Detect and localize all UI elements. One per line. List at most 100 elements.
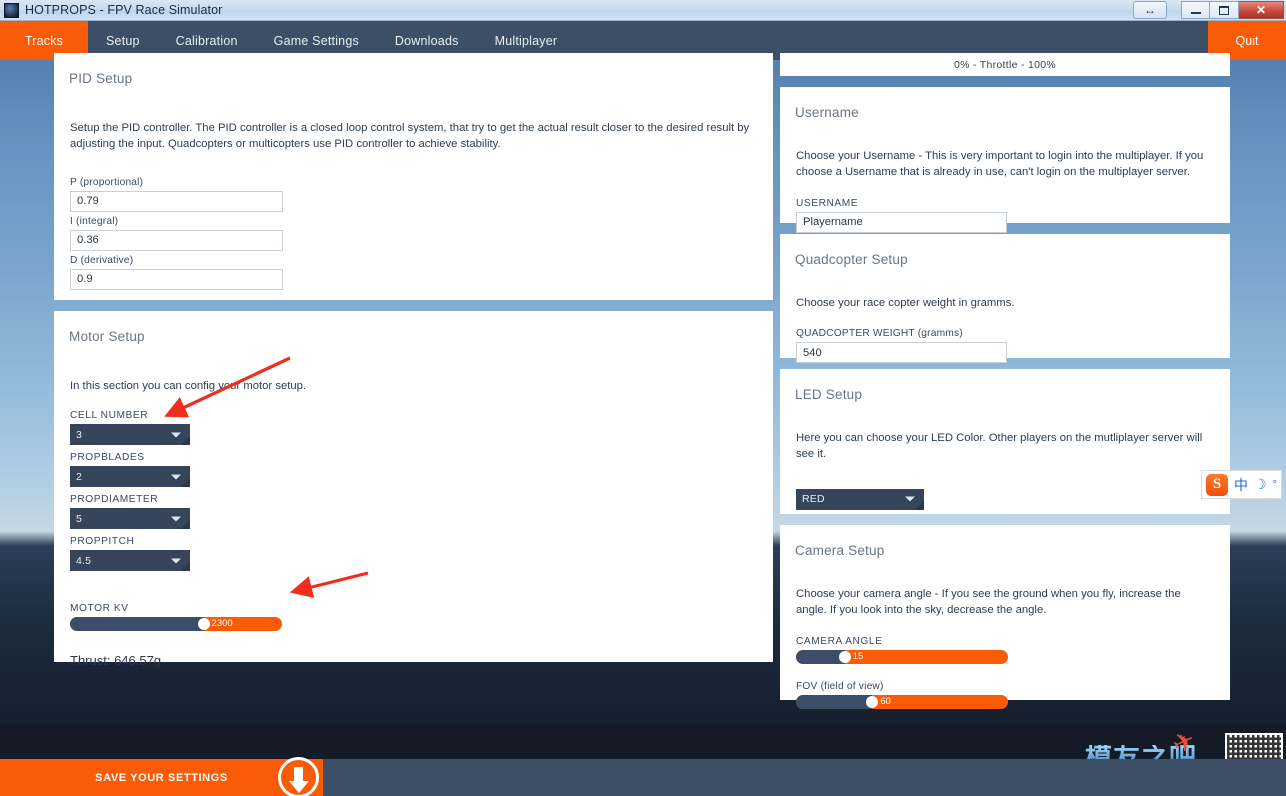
select-proppitch[interactable]: 4.5 <box>70 550 190 572</box>
select-corner-notch <box>181 562 190 572</box>
slider-camera-angle-value: 15 <box>852 650 864 662</box>
field-fov: FOV (field of view) 60 <box>790 681 1220 709</box>
field-d-derivative: D (derivative) 0.9 <box>64 255 763 290</box>
input-d-derivative[interactable]: 0.9 <box>70 268 283 290</box>
application-window: HOTPROPS - FPV Race Simulator ↔ ✕ Tracks… <box>0 0 1286 796</box>
select-corner-notch <box>181 436 190 446</box>
motor-setup-title: Motor Setup <box>69 329 145 344</box>
slider-motor-kv-knob[interactable] <box>197 618 210 631</box>
slider-camera-angle[interactable]: 15 <box>796 649 1008 664</box>
label-i-integral: I (integral) <box>70 215 119 227</box>
panel-pid-setup: PID Setup Setup the PID controller. The … <box>54 53 773 300</box>
field-username: USERNAME Playername <box>790 198 1220 233</box>
window-controls: ↔ ✕ <box>1133 1 1284 19</box>
camera-setup-title: Camera Setup <box>795 543 885 558</box>
select-propdiameter[interactable]: 5 <box>70 508 190 530</box>
resize-arrow-icon[interactable]: ↔ <box>1133 1 1167 19</box>
moon-icon[interactable]: ☽ <box>1254 476 1267 493</box>
slider-fov[interactable]: 60 <box>796 694 1008 709</box>
panel-led-setup: LED Setup Here you can choose your LED C… <box>780 369 1230 514</box>
input-i-integral[interactable]: 0.36 <box>70 229 283 251</box>
select-corner-notch <box>915 500 924 510</box>
select-corner-notch <box>181 478 190 488</box>
chevron-down-icon <box>905 496 915 502</box>
field-propdiameter: PROPDIAMETER 5 <box>64 494 763 530</box>
label-d-derivative: D (derivative) <box>70 254 134 266</box>
panel-motor-setup: Motor Setup In this section you can conf… <box>54 311 773 668</box>
panel-quadcopter-setup: Quadcopter Setup Choose your race copter… <box>780 234 1230 364</box>
select-propblades[interactable]: 2 <box>70 466 190 488</box>
label-propdiameter: PROPDIAMETER <box>70 494 159 506</box>
label-camera-angle: CAMERA ANGLE <box>796 635 883 647</box>
input-username[interactable]: Playername <box>796 211 1007 233</box>
chevron-down-icon <box>171 432 181 438</box>
field-p-proportional: P (proportional) 0.79 <box>64 177 763 212</box>
led-setup-title: LED Setup <box>795 387 863 402</box>
slider-fov-value: 60 <box>880 695 891 707</box>
slider-fov-fill <box>796 694 873 709</box>
window-title: HOTPROPS - FPV Race Simulator <box>25 3 223 17</box>
input-p-proportional[interactable]: 0.79 <box>70 190 283 212</box>
select-cell-number-value: 3 <box>76 428 83 441</box>
download-arrow-icon <box>278 757 319 796</box>
sogou-ime-toolbar[interactable]: S 中 ☽ ° <box>1201 470 1282 499</box>
pid-setup-title: PID Setup <box>69 71 133 86</box>
label-username: USERNAME <box>796 197 859 209</box>
arrow-stem <box>294 767 303 782</box>
save-bar: SAVE YOUR SETTINGS <box>0 757 1286 796</box>
slider-fov-knob[interactable] <box>866 695 879 708</box>
right-column: 0% - Throttle - 100% Username Choose you… <box>780 53 1230 711</box>
led-setup-description: Here you can choose your LED Color. Othe… <box>796 432 1203 461</box>
field-cell-number: CELL NUMBER 3 <box>64 410 763 446</box>
label-proppitch: PROPPITCH <box>70 536 135 548</box>
chevron-down-icon <box>171 474 181 480</box>
sogou-logo-icon[interactable]: S <box>1206 473 1228 496</box>
label-motor-kv: MOTOR KV <box>70 603 129 615</box>
ime-language-icon[interactable]: 中 <box>1234 475 1248 495</box>
field-i-integral: I (integral) 0.36 <box>64 216 763 251</box>
select-led-color-value: RED <box>802 493 825 506</box>
field-led-color: RED <box>790 488 1220 510</box>
close-button[interactable]: ✕ <box>1239 1 1284 19</box>
select-propblades-value: 2 <box>76 470 83 483</box>
quadcopter-setup-title: Quadcopter Setup <box>795 252 908 267</box>
maximize-icon <box>1219 5 1229 15</box>
slider-camera-angle-knob[interactable] <box>838 650 851 663</box>
arrow-head <box>288 781 309 793</box>
select-led-color[interactable]: RED <box>796 488 924 510</box>
select-cell-number[interactable]: 3 <box>70 424 190 446</box>
label-propblades: PROPBLADES <box>70 452 145 464</box>
chevron-down-icon <box>171 516 181 522</box>
input-quadcopter-weight[interactable]: 540 <box>796 342 1007 364</box>
motor-setup-description: In this section you can config your moto… <box>70 380 307 392</box>
ime-dot-icon: ° <box>1272 478 1277 491</box>
field-camera-angle: CAMERA ANGLE 15 <box>790 636 1220 664</box>
save-settings-label: SAVE YOUR SETTINGS <box>95 771 228 784</box>
slider-motor-kv[interactable]: 2300 <box>70 617 282 632</box>
throttle-scale-label: 0% - Throttle - 100% <box>780 53 1230 76</box>
field-motor-kv: MOTOR KV 2300 <box>64 603 763 632</box>
field-quadcopter-weight: QUADCOPTER WEIGHT (gramms) 540 <box>790 328 1220 364</box>
label-quadcopter-weight: QUADCOPTER WEIGHT (gramms) <box>796 328 963 340</box>
label-fov: FOV (field of view) <box>796 680 884 692</box>
left-column: PID Setup Setup the PID controller. The … <box>54 53 773 673</box>
username-setup-description: Choose your Username - This is very impo… <box>796 150 1204 179</box>
thrust-readout: Thrust: 646.57g <box>70 653 162 669</box>
maximize-button[interactable] <box>1210 1 1239 19</box>
field-proppitch: PROPPITCH 4.5 <box>64 536 763 572</box>
camera-setup-description: Choose your camera angle - If you see th… <box>796 588 1181 617</box>
pid-setup-description: Setup the PID controller. The PID contro… <box>70 122 750 151</box>
label-p-proportional: P (proportional) <box>70 176 144 188</box>
username-setup-title: Username <box>795 105 859 120</box>
label-cell-number: CELL NUMBER <box>70 410 149 422</box>
quadcopter-setup-description: Choose your race copter weight in gramms… <box>796 297 1015 309</box>
save-settings-button[interactable]: SAVE YOUR SETTINGS <box>0 757 323 796</box>
slider-motor-kv-value: 2300 <box>211 618 233 630</box>
slider-motor-kv-fill <box>70 617 204 632</box>
panel-username-setup: Username Choose your Username - This is … <box>780 87 1230 233</box>
panel-camera-setup: Camera Setup Choose your camera angle - … <box>780 525 1230 709</box>
field-propblades: PROPBLADES 2 <box>64 452 763 488</box>
slider-camera-angle-fill <box>796 649 845 664</box>
minimize-button[interactable] <box>1181 1 1210 19</box>
select-propdiameter-value: 5 <box>76 512 83 525</box>
